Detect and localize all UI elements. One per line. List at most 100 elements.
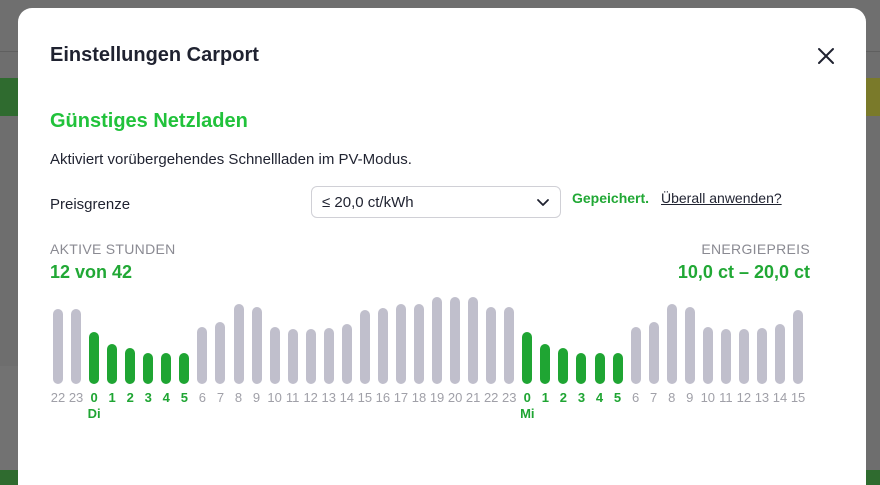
- price-bar-33: [648, 322, 659, 384]
- hour-label-34: 8: [668, 390, 676, 405]
- hour-label-18: 16: [375, 390, 391, 405]
- price-bar-26: [522, 331, 533, 384]
- settings-modal: Einstellungen Carport Günstiges Netzlade…: [18, 8, 866, 485]
- price-bar-13: [287, 329, 298, 384]
- price-bar-41: [793, 310, 804, 384]
- price-limit-value: ≤ 20,0 ct/kWh: [322, 193, 414, 211]
- hour-label-38: 12: [736, 390, 752, 405]
- price-bar-35: [684, 307, 695, 384]
- hour-label-30: 4: [595, 390, 604, 405]
- hour-label-40: 14: [772, 390, 788, 405]
- hour-label-36: 10: [700, 390, 716, 405]
- close-button[interactable]: [814, 44, 838, 68]
- hour-label-20: 18: [411, 390, 427, 405]
- apply-everywhere-link[interactable]: Überall anwenden?: [661, 190, 782, 206]
- price-bar-38: [738, 329, 749, 384]
- hour-label-19: 17: [393, 390, 409, 405]
- price-bar-7: [179, 353, 190, 384]
- hour-label-17: 15: [357, 390, 373, 405]
- hour-label-21: 19: [429, 390, 445, 405]
- hour-label-31: 5: [613, 390, 622, 405]
- price-bar-21: [432, 297, 443, 384]
- active-hours-value: 12 von 42: [50, 262, 133, 282]
- background-green-footer: [0, 470, 18, 485]
- price-bar-40: [775, 324, 785, 384]
- hour-label-3: 1: [108, 390, 116, 405]
- price-bar-28: [558, 347, 569, 384]
- modal-title: Einstellungen Carport: [50, 44, 259, 66]
- price-bar-36: [702, 326, 713, 384]
- hour-label-32: 6: [631, 390, 640, 405]
- hour-label-16: 14: [339, 390, 355, 405]
- price-bar-10: [233, 304, 244, 384]
- price-bar-9: [215, 322, 226, 384]
- section-title: Günstiges Netzladen: [50, 110, 248, 132]
- price-bar-23: [468, 297, 479, 384]
- hour-label-37: 11: [719, 390, 733, 405]
- price-bar-12: [269, 326, 280, 384]
- price-bar-34: [666, 304, 677, 384]
- hour-label-1: 23: [68, 390, 84, 405]
- price-bar-17: [359, 310, 370, 384]
- day-label-Di: Di: [87, 406, 101, 421]
- price-bar-32: [630, 326, 641, 384]
- price-bar-16: [341, 324, 352, 384]
- hour-label-0: 22: [50, 390, 66, 405]
- background-yellow-bar: [866, 78, 880, 116]
- hour-label-33: 7: [650, 390, 658, 405]
- hour-label-28: 2: [559, 390, 567, 405]
- price-bar-1: [71, 309, 82, 384]
- price-bar-20: [414, 304, 424, 384]
- background-panel: [0, 366, 18, 485]
- hour-label-4: 2: [126, 390, 134, 405]
- price-bar-31: [612, 353, 623, 384]
- hour-label-11: 9: [252, 390, 261, 405]
- hour-label-12: 10: [267, 390, 282, 405]
- price-bar-22: [450, 297, 461, 384]
- price-bar-15: [323, 328, 334, 384]
- energy-price-value: 10,0 ct – 20,0 ct: [677, 262, 810, 282]
- chevron-down-icon: [537, 199, 549, 206]
- saved-status: Gepeichert.: [572, 190, 650, 206]
- hour-label-25: 23: [502, 390, 517, 405]
- price-bar-6: [161, 353, 172, 384]
- price-bar-29: [576, 353, 587, 384]
- day-label-Mi: Mi: [520, 406, 535, 421]
- price-bar-3: [107, 344, 118, 384]
- hour-label-35: 9: [686, 390, 694, 405]
- hour-label-7: 5: [180, 390, 188, 405]
- hour-label-9: 7: [216, 390, 225, 405]
- section-description: Aktiviert vorübergehendes Schnellladen i…: [50, 151, 412, 168]
- hour-label-29: 3: [577, 390, 586, 405]
- price-bar-5: [143, 353, 154, 384]
- hour-label-23: 21: [465, 390, 481, 405]
- hour-label-39: 13: [754, 390, 770, 405]
- hour-label-13: 11: [285, 390, 300, 405]
- hour-label-26: 0: [523, 390, 531, 405]
- hour-label-14: 12: [303, 390, 318, 405]
- price-bar-2: [89, 331, 100, 384]
- price-bar-25: [504, 307, 515, 384]
- price-bar-14: [305, 329, 316, 384]
- hour-label-6: 4: [162, 390, 170, 405]
- close-icon: [818, 48, 834, 64]
- hour-label-24: 22: [483, 390, 499, 405]
- price-bar-30: [594, 353, 605, 384]
- price-bar-18: [377, 308, 388, 384]
- price-bar-11: [251, 307, 262, 384]
- hour-label-2: 0: [90, 390, 98, 405]
- hour-label-8: 6: [198, 390, 206, 405]
- hour-label-15: 13: [321, 390, 336, 405]
- hour-label-22: 20: [447, 390, 463, 405]
- price-bar-0: [53, 309, 63, 384]
- price-bar-24: [486, 307, 497, 384]
- hour-label-27: 1: [541, 390, 549, 405]
- price-bar-4: [125, 347, 136, 384]
- background-green-bar: [0, 78, 18, 116]
- price-bar-19: [395, 304, 406, 384]
- price-limit-label: Preisgrenze: [50, 196, 131, 213]
- hour-label-41: 15: [790, 390, 806, 405]
- price-limit-select[interactable]: ≤ 20,0 ct/kWh: [311, 186, 561, 218]
- hourly-price-chart: 22 23 0 1 2 3 4 5 6 7 8 9 10 11 12 13 14 15 16 17 18 19 20 21 22…: [50, 294, 812, 424]
- energy-price-label: ENERGIEPREIS: [701, 241, 810, 257]
